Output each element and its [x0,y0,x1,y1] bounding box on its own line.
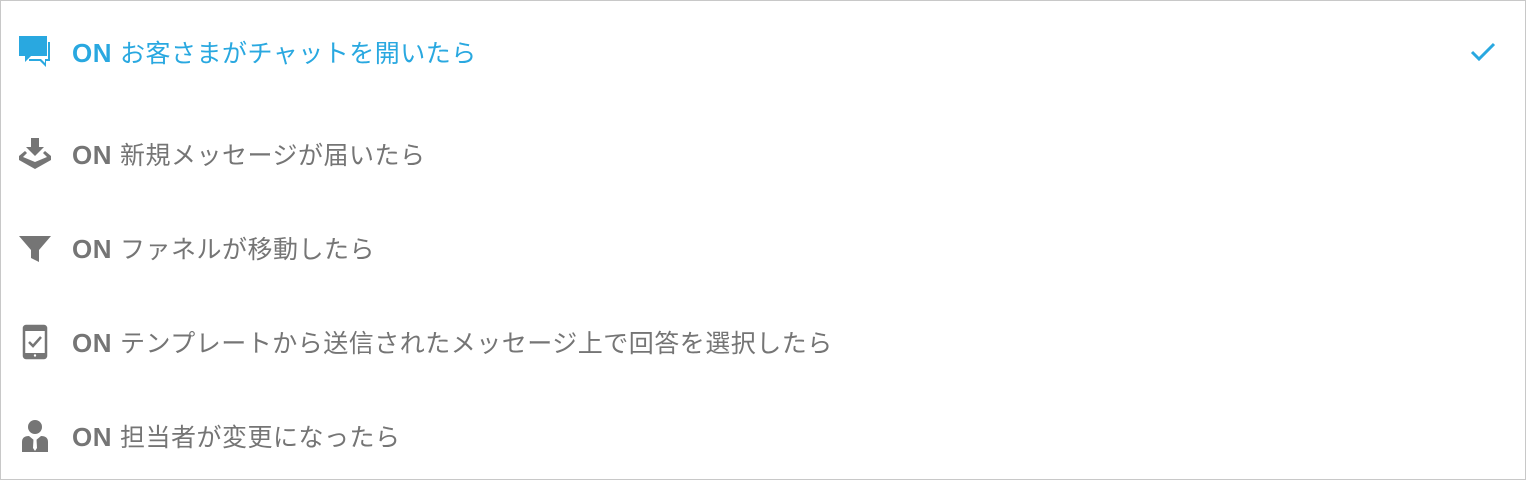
trigger-chat-opened[interactable]: ON お客さまがチャットを開いたら [1,22,1525,82]
trigger-label: ON ファネルが移動したら [72,230,375,266]
trigger-assignee-changed[interactable]: ON 担当者が変更になったら [1,406,1525,466]
mobile-check-icon [16,322,54,362]
trigger-text: テンプレートから送信されたメッセージ上で回答を選択したら [120,329,833,358]
trigger-text: 新規メッセージが届いたら [120,141,426,170]
trigger-prefix: ON [72,234,112,264]
trigger-template-answer[interactable]: ON テンプレートから送信されたメッセージ上で回答を選択したら [1,312,1525,372]
trigger-prefix: ON [72,38,112,68]
funnel-icon [16,228,54,268]
trigger-funnel-moved[interactable]: ON ファネルが移動したら [1,218,1525,278]
trigger-prefix: ON [72,328,112,358]
chat-bubbles-icon [16,32,54,72]
person-suit-icon [16,416,54,456]
trigger-text: 担当者が変更になったら [120,423,401,452]
trigger-label: ON テンプレートから送信されたメッセージ上で回答を選択したら [72,324,833,360]
trigger-label: ON 新規メッセージが届いたら [72,136,426,172]
trigger-new-message[interactable]: ON 新規メッセージが届いたら [1,124,1525,184]
trigger-text: お客さまがチャットを開いたら [120,39,477,68]
trigger-list: ON お客さまがチャットを開いたら ON 新規メッセージが届いたら ON ファネルが移… [0,0,1526,480]
trigger-label: ON 担当者が変更になったら [72,418,401,454]
trigger-prefix: ON [72,422,112,452]
trigger-text: ファネルが移動したら [120,235,376,264]
checkmark-icon [1469,40,1497,64]
trigger-prefix: ON [72,140,112,170]
trigger-label: ON お客さまがチャットを開いたら [72,34,477,70]
inbox-download-icon [16,134,54,174]
